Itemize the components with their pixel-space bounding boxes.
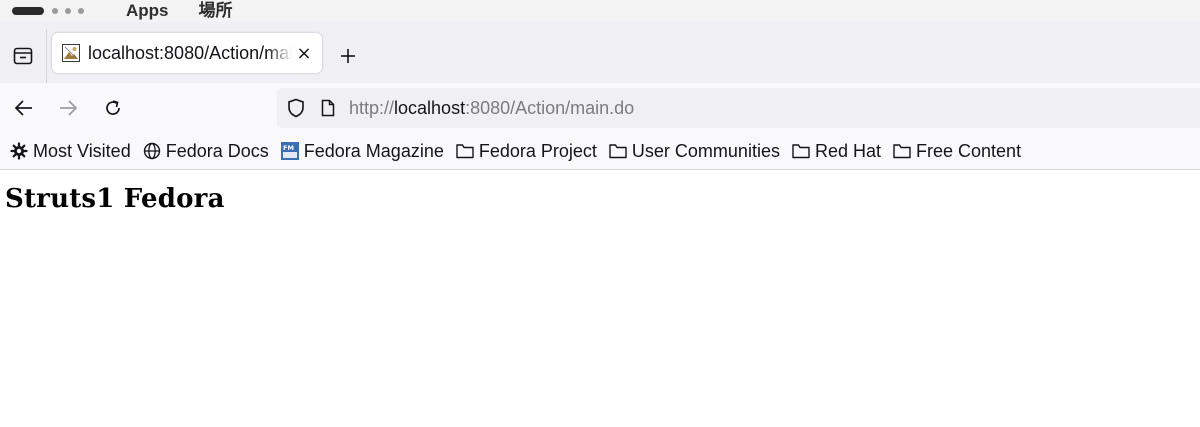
bookmark-most-visited[interactable]: Most Visited (10, 136, 131, 166)
page-heading: Struts1 Fedora (5, 184, 225, 214)
reload-button[interactable] (98, 93, 128, 123)
url-scheme: http:// (349, 97, 395, 118)
firefox-view-button[interactable] (0, 29, 47, 83)
bookmark-folder-user-communities[interactable]: User Communities (609, 136, 780, 166)
tab-strip-spacer (0, 22, 1200, 29)
address-bar[interactable]: http://localhost:8080/Action/main.do (277, 88, 1200, 128)
plus-icon (341, 49, 355, 63)
folder-icon (609, 142, 627, 160)
system-top-bar: Apps 場所 (0, 0, 1200, 22)
bookmark-label: Fedora Project (478, 140, 597, 161)
tab-title: localhost:8080/Action/main.do (88, 42, 292, 63)
globe-icon (143, 142, 161, 160)
arrow-left-icon (14, 100, 32, 116)
tab-strip: localhost:8080/Action/main.do × (0, 29, 1200, 83)
bookmark-label: Free Content (916, 140, 1022, 161)
bookmark-fedora-docs[interactable]: Fedora Docs (143, 136, 269, 166)
new-tab-button[interactable] (333, 41, 363, 71)
folder-icon (893, 142, 911, 160)
firefox-view-icon (13, 47, 33, 65)
bookmark-label: Fedora Magazine (303, 140, 444, 161)
url-text[interactable]: http://localhost:8080/Action/main.do (349, 98, 634, 119)
bookmark-folder-fedora-project[interactable]: Fedora Project (456, 136, 597, 166)
activities-indicator[interactable] (12, 7, 112, 15)
places-menu[interactable]: 場所 (199, 0, 233, 22)
tab-close-button[interactable]: × (294, 43, 314, 64)
workspace-active-indicator (12, 7, 44, 15)
bookmark-label: Red Hat (814, 140, 882, 161)
bookmarks-toolbar: Most Visited Fedora Docs FM Fedora Magaz… (0, 133, 1200, 170)
bookmark-fedora-magazine[interactable]: FM Fedora Magazine (280, 136, 444, 166)
reload-icon (106, 100, 120, 115)
page-info-icon[interactable] (319, 98, 337, 118)
back-button[interactable] (9, 93, 39, 123)
broken-image-favicon-icon (62, 44, 80, 62)
apps-menu[interactable]: Apps (126, 0, 169, 22)
fedora-magazine-icon: FM (280, 142, 299, 160)
browser-tab-active[interactable]: localhost:8080/Action/main.do × (52, 33, 322, 73)
bookmark-label: Most Visited (33, 140, 131, 161)
folder-icon (456, 142, 474, 160)
url-host: localhost (394, 97, 466, 118)
navigation-toolbar: http://localhost:8080/Action/main.do (0, 83, 1200, 133)
gear-icon (10, 142, 28, 160)
forward-button[interactable] (53, 93, 83, 123)
workspace-dot (78, 8, 84, 14)
bookmark-folder-free-content[interactable]: Free Content (893, 136, 1021, 166)
workspace-dot (52, 8, 58, 14)
tracking-protection-shield-icon[interactable] (286, 98, 306, 118)
url-path: :8080/Action/main.do (465, 97, 635, 118)
workspace-dot (65, 8, 71, 14)
svg-text:FM: FM (283, 144, 294, 152)
arrow-right-icon (60, 100, 78, 116)
page-content: Struts1 Fedora (0, 170, 1200, 427)
folder-icon (792, 142, 810, 160)
bookmark-folder-red-hat[interactable]: Red Hat (792, 136, 881, 166)
bookmark-label: Fedora Docs (165, 140, 269, 161)
bookmark-label: User Communities (631, 140, 780, 161)
